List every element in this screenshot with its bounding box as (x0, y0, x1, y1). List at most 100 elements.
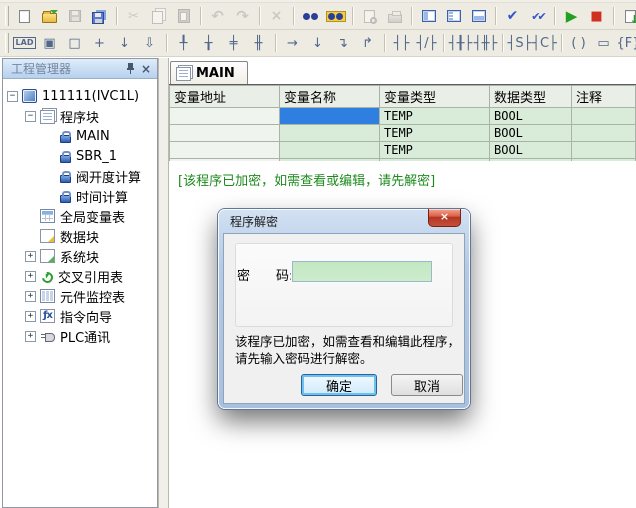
print-button (383, 4, 406, 28)
contact-set-button[interactable]: ┤S├ (508, 31, 531, 55)
tree-item-time-calc[interactable]: 时间计算 (3, 186, 157, 206)
find-in-project-button[interactable] (324, 4, 347, 28)
run-button[interactable]: ▶ (560, 4, 583, 28)
tree-expander-plus-icon[interactable]: + (25, 331, 36, 342)
tree-item-plc-comm[interactable]: +PLC通讯 (3, 326, 157, 346)
tab-main[interactable]: MAIN (170, 61, 248, 84)
close-panel-icon[interactable]: × (138, 61, 154, 76)
insert-network-button[interactable]: ╀ (172, 31, 195, 55)
tree-expander-plus-icon[interactable]: + (25, 251, 36, 262)
dialog-title: 程序解密 (230, 213, 278, 230)
print-preview-button (358, 4, 381, 28)
line-down-icon: ↓ (312, 37, 323, 50)
tree-item-element-monitor-table[interactable]: +元件监控表 (3, 286, 157, 306)
toolbar-separator (495, 7, 496, 25)
function-block-button[interactable]: ▭ (592, 31, 615, 55)
tree-expander-plus-icon[interactable]: + (25, 291, 36, 302)
system-block-icon (40, 249, 55, 263)
panel-splitter[interactable] (158, 58, 169, 508)
line-down-button[interactable]: ↓ (306, 31, 329, 55)
ok-button[interactable]: 确定 (301, 374, 377, 396)
cell-r2c1[interactable] (280, 142, 380, 159)
cell-r2c2[interactable]: TEMP (380, 142, 490, 159)
compile-all-button[interactable]: ✔✔ (526, 4, 549, 28)
tree-expander-plus-icon[interactable]: + (25, 311, 36, 322)
cancel-button[interactable]: 取消 (391, 374, 463, 396)
cell-r0c2[interactable]: TEMP (380, 108, 490, 125)
insert-down-hollow-button[interactable]: ⇩ (138, 31, 161, 55)
download-program-button[interactable]: ↓ (619, 4, 636, 28)
tree-item-label: 阀开度计算 (76, 167, 141, 186)
cell-r0c1[interactable] (280, 108, 380, 125)
tree-item-label: 全局变量表 (60, 207, 125, 226)
toggle-output-window-button[interactable] (467, 4, 490, 28)
tree-item-label: 111111(IVC1L) (42, 89, 139, 104)
cell-r2c0[interactable] (170, 142, 280, 159)
output-coil-button[interactable]: ( ) (567, 31, 590, 55)
line-down-right-button[interactable]: ↴ (331, 31, 354, 55)
contact-no-button[interactable]: ┤├ (390, 31, 413, 55)
insert-down-button[interactable]: ↓ (113, 31, 136, 55)
insert-rung-button[interactable]: ╪ (222, 31, 245, 55)
draw-box-button[interactable]: □ (63, 31, 86, 55)
stop-button[interactable]: ■ (585, 4, 608, 28)
editor-tabbar: MAIN (169, 57, 636, 84)
toolbar1-grip[interactable] (5, 6, 9, 26)
toolbar2-grip[interactable] (5, 33, 9, 53)
delete-rung-button[interactable]: ╫ (247, 31, 270, 55)
save-all-button[interactable] (88, 4, 111, 28)
contact-rising-icon: ┤╂├ (449, 37, 472, 50)
cell-r2c4[interactable] (572, 142, 636, 159)
cell-r1c1[interactable] (280, 125, 380, 142)
toggle-info-window-button[interactable] (442, 4, 465, 28)
contact-rising-button[interactable]: ┤╂├ (449, 31, 472, 55)
password-input[interactable] (292, 261, 432, 282)
cell-r0c3[interactable]: BOOL (490, 108, 572, 125)
tree-item-valve-opening-calc[interactable]: 阀开度计算 (3, 166, 157, 186)
tree-item-sbr-1[interactable]: SBR_1 (3, 146, 157, 166)
col-header-3: 数据类型 (490, 86, 572, 108)
line-right-button[interactable]: → (281, 31, 304, 55)
table-row: TEMPBOOL (170, 142, 636, 159)
tree-item-program-blocks[interactable]: −程序块 (3, 106, 157, 126)
lad-mode-button[interactable]: LAD (13, 31, 36, 55)
tree-expander-minus-icon[interactable]: − (25, 111, 36, 122)
cell-r2c3[interactable]: BOOL (490, 142, 572, 159)
tree-item-data-block[interactable]: 数据块 (3, 226, 157, 246)
dialog-close-button[interactable]: × (428, 209, 461, 227)
line-up-right-button[interactable]: ↱ (356, 31, 379, 55)
draw-box-filled-button[interactable]: ▣ (38, 31, 61, 55)
tree-item-instruction-wizard[interactable]: +指令向导 (3, 306, 157, 326)
contact-nc-button[interactable]: ┤/├ (415, 31, 438, 55)
contact-falling-button[interactable]: ┤╫├ (474, 31, 497, 55)
cell-r1c2[interactable]: TEMP (380, 125, 490, 142)
pin-icon[interactable] (122, 61, 138, 76)
cell-r1c4[interactable] (572, 125, 636, 142)
cell-r0c0[interactable] (170, 108, 280, 125)
toolbar-separator (293, 7, 294, 25)
open-file-button[interactable] (38, 4, 61, 28)
cell-r1c0[interactable] (170, 125, 280, 142)
new-file-button[interactable] (13, 4, 36, 28)
compile-button[interactable]: ✔ (501, 4, 524, 28)
draw-cross-icon: + (94, 37, 105, 50)
tree-item-project-root[interactable]: − 111111(IVC1L) (3, 86, 157, 106)
cell-r0c4[interactable] (572, 108, 636, 125)
contact-reset-button[interactable]: ┤C├ (533, 31, 556, 55)
tree-item-cross-ref-table[interactable]: + 交叉引用表 (3, 266, 157, 286)
toolbar-separator (259, 7, 260, 25)
tree-expander-plus-icon[interactable]: + (25, 271, 36, 282)
cell-r1c3[interactable]: BOOL (490, 125, 572, 142)
function-instruction-button[interactable]: {F} (617, 31, 636, 55)
tree-item-system-block[interactable]: +系统块 (3, 246, 157, 266)
find-button[interactable] (299, 4, 322, 28)
contact-no-icon: ┤├ (394, 37, 410, 50)
tree-item-label: 交叉引用表 (58, 267, 123, 286)
append-network-button[interactable]: ╁ (197, 31, 220, 55)
tree-item-main-program[interactable]: MAIN (3, 126, 157, 146)
toggle-project-window-button[interactable] (417, 4, 440, 28)
tree-expander-minus-icon[interactable]: − (7, 91, 18, 102)
tree-item-global-var-table[interactable]: 全局变量表 (3, 206, 157, 226)
info-line-1: 该程序已加密，如需查看和编辑此程序， (235, 333, 460, 350)
draw-cross-button[interactable]: + (88, 31, 111, 55)
